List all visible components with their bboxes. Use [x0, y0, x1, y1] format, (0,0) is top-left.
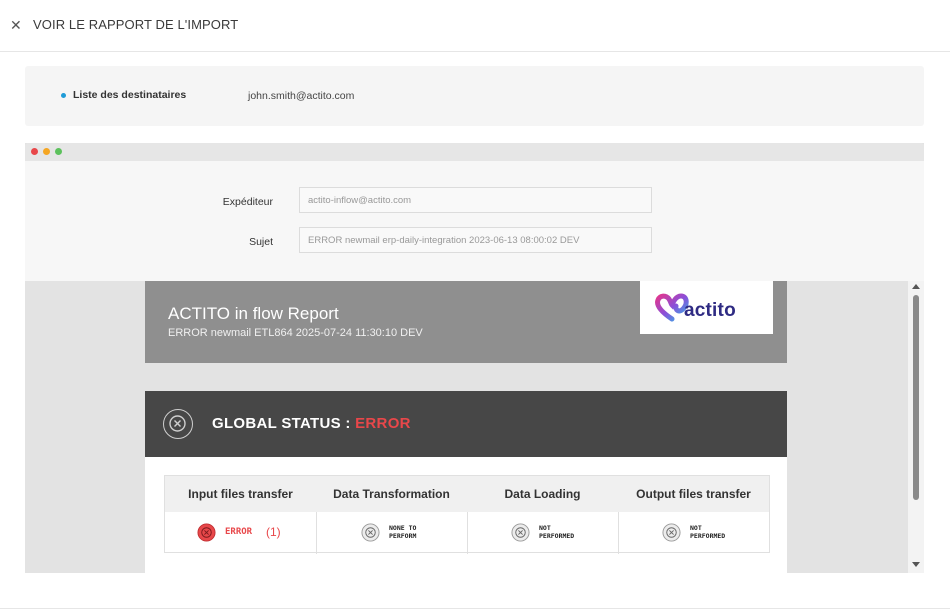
report-subtitle: ERROR newmail ETL864 2025-07-24 11:30:10… [168, 327, 423, 339]
sender-field: actito-inflow@actito.com [299, 187, 652, 213]
step-header: Data Transformation [316, 476, 467, 512]
step-status-line2: PERFORM [389, 532, 417, 540]
window-titlebar [25, 143, 924, 161]
maximize-dot-icon [55, 148, 62, 155]
step-status: ERROR [225, 527, 253, 537]
report-body: ACTITO in flow Report ERROR newmail ETL8… [145, 281, 787, 573]
actito-logo: actito [640, 281, 773, 334]
dialog-title: VOIR LE RAPPORT DE L'IMPORT [33, 17, 239, 32]
step-header: Input files transfer [165, 476, 316, 512]
global-status-bar: GLOBAL STATUS : ERROR [145, 391, 787, 457]
skipped-icon [662, 523, 681, 542]
recipients-label: Liste des destinataires [73, 89, 187, 101]
close-dot-icon [31, 148, 38, 155]
sender-label: Expéditeur [222, 196, 273, 208]
subject-label: Sujet [249, 236, 273, 248]
step-output-files: Output files transfer NOT PERFORMED [618, 476, 769, 554]
global-status: GLOBAL STATUS : ERROR [212, 415, 411, 432]
logo-text: actito [684, 300, 736, 321]
steps-table: Input files transfer ERROR (1) Data Tran… [164, 475, 770, 554]
recipients-value: john.smith@actito.com [248, 90, 355, 102]
email-header: Expéditeur actito-inflow@actito.com Suje… [25, 161, 924, 281]
scroll-up-icon[interactable] [912, 284, 920, 289]
scroll-down-icon[interactable] [912, 562, 920, 567]
global-status-value: ERROR [355, 415, 411, 432]
global-status-label: GLOBAL STATUS : [212, 415, 356, 432]
error-count[interactable]: (1) [266, 525, 281, 539]
step-input-files: Input files transfer ERROR (1) [165, 476, 316, 554]
report-title: ACTITO in flow Report [168, 304, 339, 323]
step-status-line1: NOT [690, 524, 702, 532]
scrollbar-thumb[interactable] [913, 295, 919, 500]
error-icon [197, 523, 216, 542]
error-icon [163, 409, 193, 439]
skipped-icon [511, 523, 530, 542]
dialog-header: ✕ VOIR LE RAPPORT DE L'IMPORT [0, 0, 950, 52]
report-banner: ACTITO in flow Report ERROR newmail ETL8… [145, 281, 787, 363]
step-status-line2: PERFORMED [690, 532, 726, 540]
step-status-line2: PERFORMED [539, 532, 575, 540]
subject-field: ERROR newmail erp-daily-integration 2023… [299, 227, 652, 253]
step-status-line1: NONE TO [389, 524, 417, 532]
bullet-icon [61, 93, 66, 98]
step-header: Output files transfer [618, 476, 769, 512]
step-header: Data Loading [467, 476, 618, 512]
close-icon[interactable]: ✕ [10, 17, 22, 33]
recipients-panel: Liste des destinataires john.smith@actit… [25, 66, 924, 126]
minimize-dot-icon [43, 148, 50, 155]
step-data-loading: Data Loading NOT PERFORMED [467, 476, 618, 554]
step-status-line1: NOT [539, 524, 551, 532]
email-preview-window: Expéditeur actito-inflow@actito.com Suje… [25, 143, 924, 573]
skipped-icon [361, 523, 380, 542]
step-data-transformation: Data Transformation NONE TO PERFORM [316, 476, 467, 554]
